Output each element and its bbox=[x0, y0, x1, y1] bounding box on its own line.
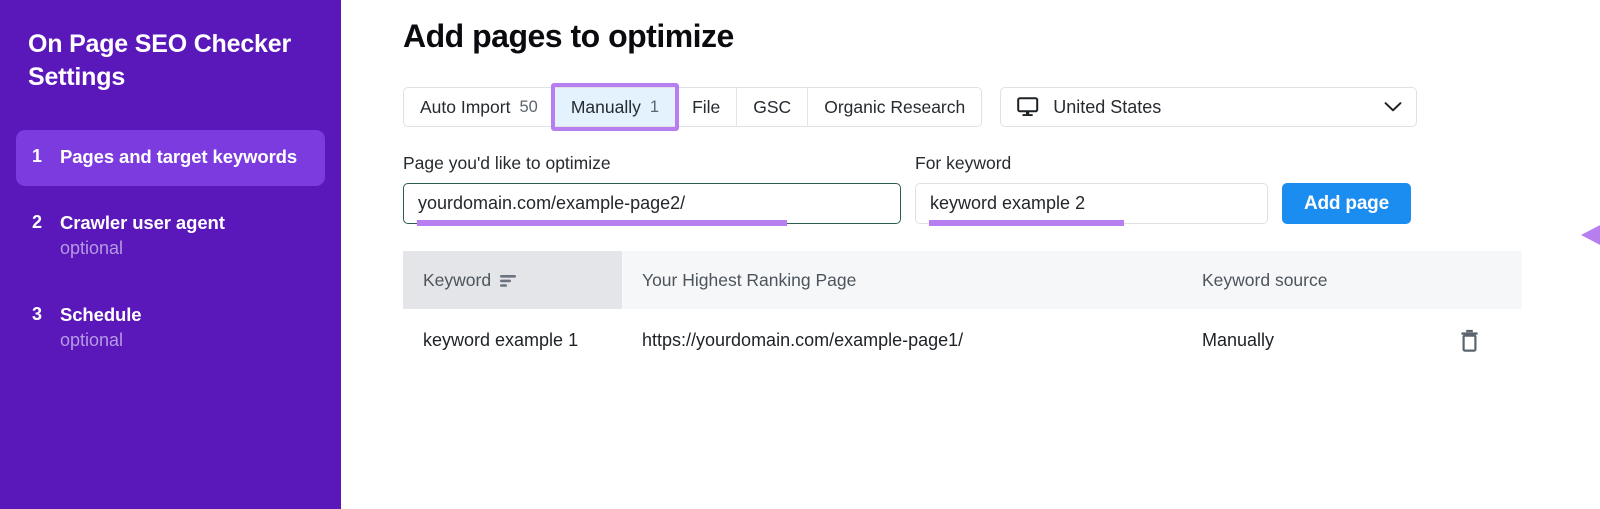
add-page-button[interactable]: Add page bbox=[1282, 183, 1411, 224]
page-title: Add pages to optimize bbox=[403, 18, 734, 54]
cell-keyword: keyword example 1 bbox=[423, 330, 579, 350]
tab-label: Organic Research bbox=[824, 96, 966, 117]
tab-label: Manually bbox=[570, 96, 641, 117]
sidebar-title: On Page SEO Checker Settings bbox=[28, 30, 291, 91]
keyword-input[interactable]: keyword example 2 bbox=[915, 183, 1268, 224]
annotation-underline-keyword bbox=[929, 220, 1124, 226]
tab-count: 50 bbox=[519, 97, 538, 116]
country-selector[interactable]: United States bbox=[1000, 87, 1418, 127]
table-column-header-actions bbox=[1440, 251, 1522, 309]
add-page-form: yourdomain.com/example-page2/ keyword ex… bbox=[403, 183, 1600, 245]
tab-manually[interactable]: Manually 1 bbox=[550, 83, 680, 131]
tab-label: File bbox=[692, 96, 721, 117]
cell-keyword-source: Manually bbox=[1202, 330, 1275, 350]
cell-actions bbox=[1440, 327, 1522, 352]
annotation-underline-page bbox=[417, 220, 787, 226]
sidebar-item-number: 1 bbox=[32, 146, 43, 166]
country-label: United States bbox=[1053, 96, 1162, 117]
table-header-row: Keyword Your Highest Ranking Page Keywor… bbox=[403, 251, 1522, 309]
sidebar-item-sublabel: optional bbox=[60, 330, 124, 351]
tab-label: Auto Import bbox=[420, 96, 511, 117]
table-column-header-keyword-source[interactable]: Keyword source bbox=[1182, 251, 1440, 309]
sidebar-item-pages-and-target-keywords[interactable]: 1 Pages and target keywords bbox=[16, 130, 325, 186]
page-field-label: Page you'd like to optimize bbox=[403, 153, 611, 173]
column-label: Keyword bbox=[423, 269, 492, 290]
page-input-wrap: yourdomain.com/example-page2/ bbox=[403, 183, 901, 226]
tab-gsc[interactable]: GSC bbox=[737, 88, 809, 126]
sidebar-item-label: Pages and target keywords bbox=[60, 146, 298, 167]
controls-row: Auto Import 50 Manually 1 File GSC Organ… bbox=[403, 83, 1600, 131]
source-tabs: Auto Import 50 Manually 1 File GSC Organ… bbox=[403, 83, 983, 131]
tab-organic-research[interactable]: Organic Research bbox=[808, 88, 981, 126]
column-label: Keyword source bbox=[1202, 269, 1328, 290]
sidebar-item-label: Schedule bbox=[60, 303, 142, 325]
keyword-input-wrap: keyword example 2 bbox=[915, 183, 1268, 226]
table-column-header-keyword[interactable]: Keyword bbox=[403, 251, 622, 309]
table-column-header-ranking-page[interactable]: Your Highest Ranking Page bbox=[622, 251, 1182, 309]
column-label: Your Highest Ranking Page bbox=[642, 269, 857, 290]
form-labels: Page you'd like to optimize For keyword bbox=[403, 153, 1600, 174]
page-url-input[interactable]: yourdomain.com/example-page2/ bbox=[403, 183, 901, 224]
sidebar-item-schedule[interactable]: 3 Schedule optional bbox=[16, 288, 325, 370]
tab-auto-import[interactable]: Auto Import 50 bbox=[404, 88, 555, 126]
chevron-down-icon[interactable] bbox=[1384, 101, 1402, 113]
table-row: keyword example 1 https://yourdomain.com… bbox=[403, 309, 1522, 389]
main-content: Add pages to optimize Auto Import 50 Man… bbox=[341, 0, 1600, 509]
sidebar-item-crawler-user-agent[interactable]: 2 Crawler user agent optional bbox=[16, 196, 325, 278]
monitor-icon bbox=[1017, 97, 1039, 117]
tab-count: 1 bbox=[649, 97, 660, 116]
tab-label: GSC bbox=[753, 96, 792, 117]
sidebar-item-number: 3 bbox=[32, 303, 43, 324]
keyword-field-label: For keyword bbox=[915, 153, 1012, 173]
sidebar-item-number: 2 bbox=[32, 211, 43, 232]
keywords-table: Keyword Your Highest Ranking Page Keywor… bbox=[403, 251, 1522, 389]
sort-icon[interactable] bbox=[500, 274, 517, 287]
sidebar-item-label: Crawler user agent bbox=[60, 211, 225, 233]
annotation-arrow-icon bbox=[1523, 125, 1600, 245]
tab-file[interactable]: File bbox=[676, 88, 738, 126]
app-window: On Page SEO Checker Settings 1 Pages and… bbox=[0, 0, 1600, 509]
sidebar-item-sublabel: optional bbox=[60, 238, 124, 259]
sidebar: On Page SEO Checker Settings 1 Pages and… bbox=[0, 0, 341, 509]
cell-ranking-page: https://yourdomain.com/example-page1/ bbox=[642, 330, 964, 350]
delete-icon[interactable] bbox=[1460, 329, 1479, 352]
